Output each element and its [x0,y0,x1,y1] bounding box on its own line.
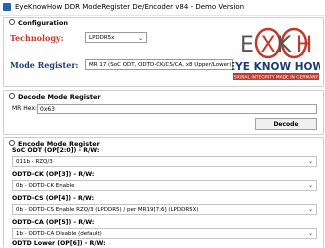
soc-odt-label: SoC ODT (OP[2:0]) - R/W: [12,147,100,154]
soc-odt-select[interactable]: 011b - RZQ/3 ⌄ [12,156,317,167]
title-bar: EyeKnowHow DDR ModeRegister De/Encoder v… [0,0,325,16]
mode-register-value: MR 17 (SoC ODT, ODTD-CK/CS/CA, x8 Upper/… [89,62,232,68]
logo-tagline: SIGNAL INTEGRITY MADE IN GERMANY [234,75,319,81]
gear-icon [9,19,15,25]
odtd-cs-select[interactable]: 0b - ODTD-CS Enable RZQ/3 (LPDDR5) / per… [12,204,317,215]
mode-register-label: Mode Register: [10,60,79,70]
mode-register-select[interactable]: MR 17 (SoC ODT, ODTD-CK/CS/CA, x8 Upper/… [85,59,233,70]
mr-hex-label: MR Hex: [12,105,37,112]
logo-name: EYE KNOW HOW [232,61,320,73]
odtd-ca-label: ODTD-CA (OP[5]) - R/W: [12,219,95,226]
app-icon [3,3,11,11]
decode-button[interactable]: Decode [255,118,317,130]
chevron-down-icon: ⌄ [307,230,313,237]
logo-letter-e: E [240,33,254,58]
gear-icon [9,140,15,146]
odtd-ca-value: 1b - ODTD-CA Disable (default) [16,231,102,237]
technology-value: LPDDR5x [89,35,115,41]
logo-letter-k: K [277,33,292,58]
technology-label: Technology: [10,33,64,43]
gear-icon [9,93,15,99]
odtd-ck-label: ODTD-CK (OP[3]) - R/W: [12,171,95,178]
mr-hex-input[interactable]: 0x63 [37,104,317,114]
configuration-title: Configuration [9,19,68,27]
eyeknowhow-logo: E X K H EYE KNOW HOW SIGNAL INTEGRITY MA… [232,27,320,81]
logo-letter-h: H [296,33,313,58]
chevron-down-icon: ⌄ [307,158,313,165]
chevron-down-icon: ⌄ [137,35,143,42]
configuration-title-text: Configuration [18,19,68,27]
decode-title-text: Decode Mode Register [18,93,101,101]
soc-odt-value: 011b - RZQ/3 [16,159,53,165]
mr-hex-value: 0x63 [40,106,56,113]
odtd-ck-select[interactable]: 0b - ODTD-CK Enable ⌄ [12,180,317,191]
odtd-ck-value: 0b - ODTD-CK Enable [16,183,75,189]
chevron-down-icon: ⌄ [307,206,313,213]
odtd-cs-value: 0b - ODTD-CS Enable RZQ/3 (LPDDR5) / per… [16,207,199,213]
chevron-down-icon: ⌄ [307,182,313,189]
odtd-lower-label: ODTD Lower (OP[6]) - R/W: [12,240,106,247]
odtd-cs-label: ODTD-CS (OP[4]) - R/W: [12,195,95,202]
window-title: EyeKnowHow DDR ModeRegister De/Encoder v… [15,3,245,11]
decode-title: Decode Mode Register [9,93,101,101]
logo-letter-x: X [260,33,275,58]
odtd-ca-select[interactable]: 1b - ODTD-CA Disable (default) ⌄ [12,228,317,239]
technology-select[interactable]: LPDDR5x ⌄ [85,32,147,43]
decode-group: Decode Mode Register MR Hex: 0x63 Decode [3,90,324,135]
